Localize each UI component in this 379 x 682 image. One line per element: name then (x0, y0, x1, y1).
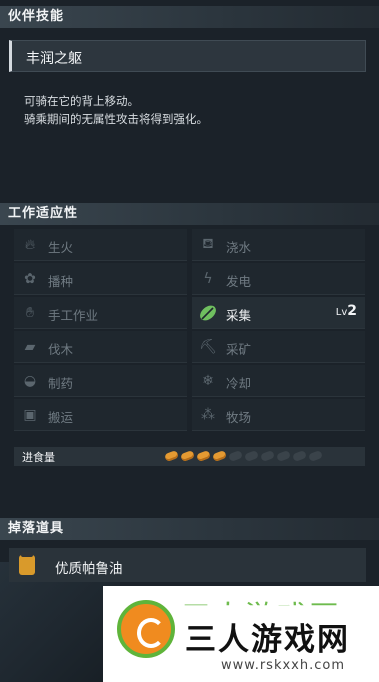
work-item-kindling[interactable]: 🔥︎ 生火 (14, 229, 187, 261)
work-item-handiwork[interactable]: ✋︎ 手工作业 (14, 297, 187, 329)
food-label: 进食量 (22, 451, 55, 464)
work-item-watering[interactable]: ⛾ 浇水 (192, 229, 365, 261)
skill-name: 丰润之躯 (26, 51, 82, 67)
lightning-icon: ϟ (203, 271, 213, 287)
watermark-logo: 三人游戏网 三人游戏网 www.rskxxh.com (103, 586, 379, 682)
bread-icon (212, 449, 227, 463)
work-label: 发电 (226, 274, 252, 289)
work-label: 采集 (226, 308, 252, 323)
work-label: 浇水 (226, 240, 252, 255)
work-label: 生火 (48, 240, 74, 255)
drops-header: 掉落道具 (0, 518, 379, 540)
work-item-cooling[interactable]: ❄︎ 冷却 (192, 365, 365, 397)
bread-icon (164, 449, 179, 463)
log-icon: ▰ (24, 339, 36, 355)
bread-icon (276, 449, 291, 463)
pasture-icon: ⁂ (201, 407, 215, 423)
work-item-transporting[interactable]: ▣ 搬运 (14, 399, 187, 431)
watermark-logo-icon (117, 600, 175, 658)
partner-skill-header: 伙伴技能 (0, 6, 379, 28)
watering-can-icon: ⛾ (202, 236, 214, 252)
food-icons (164, 449, 323, 463)
work-item-mining[interactable]: ⛏︎ 采矿 (192, 331, 365, 363)
bread-icon (228, 449, 243, 463)
work-label: 伐木 (48, 342, 74, 357)
work-label: 手工作业 (48, 308, 99, 323)
bread-icon (260, 449, 275, 463)
food-meter: 进食量 (14, 447, 365, 466)
work-item-electricity[interactable]: ϟ 发电 (192, 263, 365, 295)
sprout-icon: ✿ (24, 271, 36, 287)
flame-icon: 🔥︎ (24, 237, 36, 253)
bread-icon (292, 449, 307, 463)
work-label: 播种 (48, 274, 74, 289)
box-icon: ▣ (23, 407, 37, 423)
snowflake-icon: ❄︎ (202, 373, 214, 389)
work-item-gathering[interactable]: 采集 Lv2 (192, 297, 365, 329)
watermark-title: 三人游戏网 (185, 622, 350, 658)
oil-jar-icon (19, 552, 35, 575)
work-label: 采矿 (226, 342, 252, 357)
leaf-icon (198, 303, 218, 323)
work-label: 制药 (48, 376, 74, 391)
mortar-icon: ◒ (23, 373, 37, 389)
watermark-url: www.rskxxh.com (221, 658, 346, 673)
drop-item[interactable]: 优质帕鲁油 (9, 548, 366, 582)
skill-name-box: 丰润之躯 (9, 40, 366, 72)
drop-item-name: 优质帕鲁油 (55, 561, 123, 577)
skill-description-line-2: 骑乘期间的无属性攻击将得到强化。 (24, 112, 208, 126)
bread-icon (196, 449, 211, 463)
hand-icon: ✋︎ (26, 305, 34, 321)
work-label: 牧场 (226, 410, 252, 425)
bread-icon (180, 449, 195, 463)
work-label: 搬运 (48, 410, 74, 425)
work-label: 冷却 (226, 376, 252, 391)
bread-icon (308, 449, 323, 463)
pickaxe-icon: ⛏︎ (199, 339, 217, 355)
skill-description-line-1: 可骑在它的背上移动。 (24, 94, 139, 108)
work-level: Lv2 (335, 303, 357, 319)
work-item-lumbering[interactable]: ▰ 伐木 (14, 331, 187, 363)
work-item-medicine[interactable]: ◒ 制药 (14, 365, 187, 397)
bread-icon (244, 449, 259, 463)
work-suitability-grid: 🔥︎ 生火 ⛾ 浇水 ✿ 播种 ϟ 发电 ✋︎ 手工作业 采集 Lv2 ▰ 伐木… (14, 229, 365, 433)
work-item-farming[interactable]: ⁂ 牧场 (192, 399, 365, 431)
work-suitability-header: 工作适应性 (0, 203, 379, 225)
work-item-planting[interactable]: ✿ 播种 (14, 263, 187, 295)
